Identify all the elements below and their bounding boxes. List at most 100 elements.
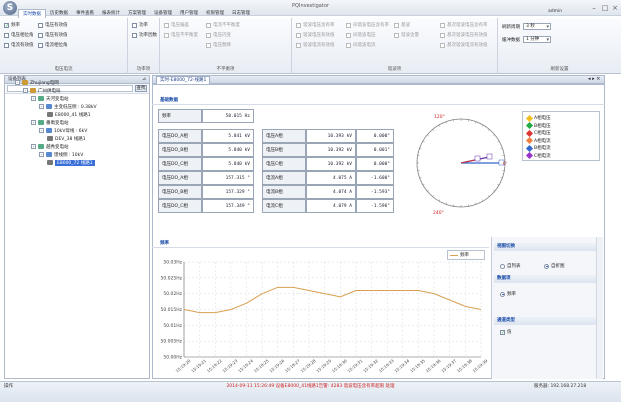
close-icon[interactable]: ×	[611, 4, 619, 12]
tree-node[interactable]: - 馈线侧 : 10kV	[39, 151, 83, 158]
minimize-icon[interactable]: –	[590, 4, 598, 12]
checkbox-icon[interactable]	[394, 32, 399, 38]
ribbon-checkbox[interactable]: 电流相位角	[38, 42, 68, 48]
ribbon-checkbox[interactable]: 基次谐波电流有效值	[440, 42, 488, 48]
ribbon-checkbox[interactable]: 电流有效值	[4, 42, 34, 48]
checkbox-icon[interactable]	[38, 42, 43, 48]
tree-node[interactable]: DEV_38 线路1	[47, 135, 86, 142]
ribbon-checkbox[interactable]: 谐波电流有效值	[296, 42, 335, 48]
radio-selected-icon[interactable]	[500, 291, 505, 297]
radio-chart[interactable]: 自折图	[544, 263, 565, 269]
checkbox-icon[interactable]	[4, 42, 9, 48]
ribbon-checkbox[interactable]: 电压有效值	[38, 32, 68, 38]
ribbon-checkbox[interactable]: 功率	[132, 22, 148, 28]
ribbon-checkbox[interactable]: 谐波电压有效值	[296, 32, 335, 38]
collapse-icon[interactable]: -	[39, 128, 44, 133]
checkbox-checked-icon[interactable]: ✓	[500, 329, 505, 335]
collapse-icon[interactable]: -	[31, 96, 36, 101]
tree-node[interactable]: - 10kV母线 : 6kV	[39, 127, 87, 134]
search-button[interactable]: 查找	[135, 85, 147, 92]
checkbox-icon[interactable]	[346, 42, 351, 48]
tab-scroll-icon[interactable]: ◂ ▸ ×	[588, 76, 600, 82]
collapse-icon[interactable]: -	[15, 80, 20, 85]
checkbox-icon[interactable]	[4, 32, 9, 38]
ribbon-tab-5[interactable]: 设备管理	[150, 9, 176, 18]
ribbon-checkbox[interactable]: 电流不平衡度	[206, 22, 240, 28]
ribbon-checkbox[interactable]: 基次谐波电压有效值	[440, 32, 488, 38]
radio-frequency[interactable]: 频率	[500, 291, 516, 297]
collapse-icon[interactable]: -	[39, 104, 44, 109]
ribbon-checkbox[interactable]: 基次谐波电压含有率	[440, 22, 488, 28]
ribbon-tab-2[interactable]: 事件查看	[72, 9, 98, 18]
checkbox-checked-icon[interactable]: ✓	[4, 22, 9, 28]
radio-list[interactable]: 自列表	[500, 263, 521, 269]
checkbox-icon[interactable]	[440, 42, 445, 48]
tree-node[interactable]: E8000_72 线路1	[47, 159, 95, 166]
ribbon-tab-3[interactable]: 报表统计	[98, 9, 124, 18]
ribbon-tab-8[interactable]: 日志管理	[228, 9, 254, 18]
ribbon-checkbox[interactable]: 功率因数	[132, 32, 157, 38]
checkbox-icon[interactable]	[38, 22, 43, 28]
checkbox-icon[interactable]	[206, 32, 211, 38]
tree-node[interactable]: - Zhujiang电网	[15, 79, 59, 86]
checkbox-icon[interactable]	[38, 32, 43, 38]
ribbon-checkbox[interactable]: 谐波含量	[394, 32, 419, 38]
ribbon-tab-4[interactable]: 方案管理	[124, 9, 150, 18]
tree-node[interactable]: - 越秀变电站	[31, 143, 69, 150]
user-name[interactable]: admin	[548, 9, 562, 14]
ribbon-checkbox[interactable]: 电压相位角	[4, 32, 34, 38]
collapse-icon[interactable]: -	[23, 88, 28, 93]
checkbox-icon[interactable]	[346, 22, 351, 28]
ribbon-checkbox[interactable]: 谐波电压含有率	[296, 22, 335, 28]
checkbox-icon[interactable]	[440, 32, 445, 38]
tree-node[interactable]: - 天河变电站	[31, 95, 69, 102]
ribbon-checkbox[interactable]: 基波	[394, 22, 410, 28]
ribbon-checkbox[interactable]: 间谐波电流	[346, 42, 376, 48]
ribbon-checkbox[interactable]: ✓ 频率	[4, 22, 20, 28]
ribbon-checkbox[interactable]: 电压闪变	[206, 32, 231, 38]
refresh-cycle-select[interactable]: 3 秒	[523, 23, 551, 30]
ribbon-tab-0[interactable]: 实时数据	[18, 9, 46, 18]
polar-label-0: 0°	[503, 161, 507, 167]
tree-node-label: E8000_72 线路1	[55, 159, 95, 166]
checkbox-icon[interactable]	[132, 22, 137, 28]
collapse-icon[interactable]: -	[31, 120, 36, 125]
row-label: 电压DO_C相	[158, 157, 202, 171]
checkbox-icon[interactable]	[296, 22, 301, 28]
checkbox-icon[interactable]	[164, 32, 169, 38]
checkbox-value[interactable]: ✓ 值	[500, 329, 512, 335]
ribbon-checkbox[interactable]: 间谐波电压含有率	[346, 22, 389, 28]
ribbon-checkbox[interactable]: 电压有效值	[38, 22, 68, 28]
ribbon-tab-1[interactable]: 历史数据	[46, 9, 72, 18]
radio-selected-icon[interactable]	[544, 263, 549, 269]
checkbox-icon[interactable]	[164, 22, 169, 28]
checkbox-icon[interactable]	[206, 42, 211, 48]
ribbon-tab-6[interactable]: 用户管理	[176, 9, 202, 18]
maximize-icon[interactable]: □	[601, 4, 609, 12]
tab-realtime[interactable]: 实时-E8000_72-线路1	[156, 76, 211, 84]
ribbon-checkbox[interactable]: 电压不平衡度	[164, 32, 198, 38]
tree-node[interactable]: E8000_41 线路1	[47, 111, 91, 118]
radio-icon[interactable]	[500, 263, 505, 269]
status-alarm-message[interactable]: 2014-09-11 15:26:49 设备E8000_41线路1告警: 428…	[0, 383, 621, 389]
ribbon-checkbox[interactable]: 间谐波电压	[346, 32, 376, 38]
ribbon-checkbox[interactable]: 电压偏差	[164, 22, 189, 28]
ribbon-checkbox-label: 电压相位角	[11, 33, 34, 38]
collapse-icon[interactable]: -	[39, 152, 44, 157]
checkbox-icon[interactable]	[394, 22, 399, 28]
pin-icon[interactable]: ⊿	[142, 76, 146, 84]
checkbox-icon[interactable]	[346, 32, 351, 38]
buffer-select[interactable]: 1 分钟	[523, 36, 551, 43]
checkbox-icon[interactable]	[296, 32, 301, 38]
checkbox-icon[interactable]	[132, 32, 137, 38]
tree-node[interactable]: - 主变低压侧 : 0.38kV	[39, 103, 97, 110]
ribbon-tab-7[interactable]: 权限管理	[202, 9, 228, 18]
vertical-scrollbar[interactable]	[596, 237, 603, 379]
tree-node[interactable]: - 番禺变电站	[31, 119, 69, 126]
collapse-icon[interactable]: -	[31, 144, 36, 149]
checkbox-icon[interactable]	[440, 22, 445, 28]
checkbox-icon[interactable]	[206, 22, 211, 28]
checkbox-icon[interactable]	[296, 42, 301, 48]
ribbon-checkbox[interactable]: 电压暂降	[206, 42, 231, 48]
tree-node[interactable]: - 广州供电局	[23, 87, 61, 94]
